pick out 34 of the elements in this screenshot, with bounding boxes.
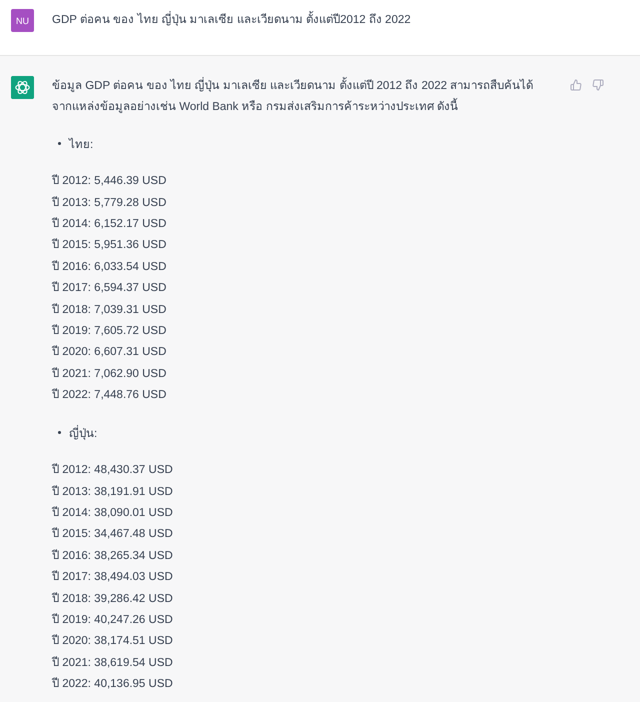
gdp-year-line: ปี 2015: 34,467.48 USD: [52, 526, 173, 542]
gdp-year-line: ปี 2018: 39,286.42 USD: [52, 591, 173, 607]
user-message-text: GDP ต่อคน ของ ไทย ญี่ปุ่น มาเลเซีย และเวียดนาม ตั้งแต่ปี2012 ถึง 2022: [52, 9, 411, 32]
gdp-year-line: ปี 2018: 7,039.31 USD: [52, 302, 166, 318]
country-heading: ญี่ปุ่น:: [69, 424, 98, 446]
gdp-year-line: ปี 2012: 48,430.37 USD: [52, 462, 173, 478]
bullet-icon: [58, 142, 61, 146]
gdp-year-line: ปี 2012: 5,446.39 USD: [52, 173, 166, 190]
gdp-year-line: ปี 2013: 5,779.28 USD: [52, 195, 166, 211]
gdp-year-line: ปี 2022: 7,448.76 USD: [52, 387, 166, 404]
gdp-year-line: ปี 2019: 7,605.72 USD: [52, 323, 166, 340]
gdp-year-line: ปี 2021: 7,062.90 USD: [52, 366, 166, 382]
gdp-year-line: ปี 2021: 38,619.54 USD: [52, 655, 173, 671]
thumbs-down-button[interactable]: [590, 77, 606, 93]
user-avatar: NU: [11, 9, 34, 32]
thumbs-up-button[interactable]: [568, 77, 584, 93]
bullet-icon: [58, 430, 61, 434]
gdp-year-line: ปี 2016: 38,265.34 USD: [52, 548, 173, 564]
gdp-year-line: ปี 2014: 6,152.17 USD: [52, 216, 166, 232]
gdp-year-line: ปี 2020: 6,607.31 USD: [52, 344, 166, 360]
assistant-logo-icon: [11, 76, 34, 99]
gdp-year-line: ปี 2019: 40,247.26 USD: [52, 612, 173, 628]
gdp-year-line: ปี 2017: 38,494.03 USD: [52, 569, 173, 586]
answer-intro-text: ข้อมูล GDP ต่อคน ของ ไทย ญี่ปุ่น มาเลเซีย และเวียดนาม ตั้งแต่ปี 2012 ถึง 2022 สามารถสืบค้นได้จากแหล่งข้อมูลอย่างเช่น World Bank หรือ กรมส่งเสริมการค้าระหว่างประเทศ ดังนี้: [52, 76, 548, 119]
gdp-year-line: ปี 2015: 5,951.36 USD: [52, 237, 166, 254]
gdp-year-line: ปี 2016: 6,033.54 USD: [52, 259, 166, 275]
thumbs-down-icon: [592, 79, 604, 91]
gdp-year-line: ปี 2017: 6,594.37 USD: [52, 280, 166, 296]
gdp-year-line: ปี 2022: 40,136.95 USD: [52, 676, 173, 692]
gdp-year-line: ปี 2020: 38,174.51 USD: [52, 633, 173, 650]
thumbs-up-icon: [570, 79, 582, 91]
gdp-year-line: ปี 2013: 38,191.91 USD: [52, 484, 173, 500]
country-heading: ไทย:: [69, 136, 94, 153]
gdp-year-line: ปี 2014: 38,090.01 USD: [52, 505, 173, 521]
